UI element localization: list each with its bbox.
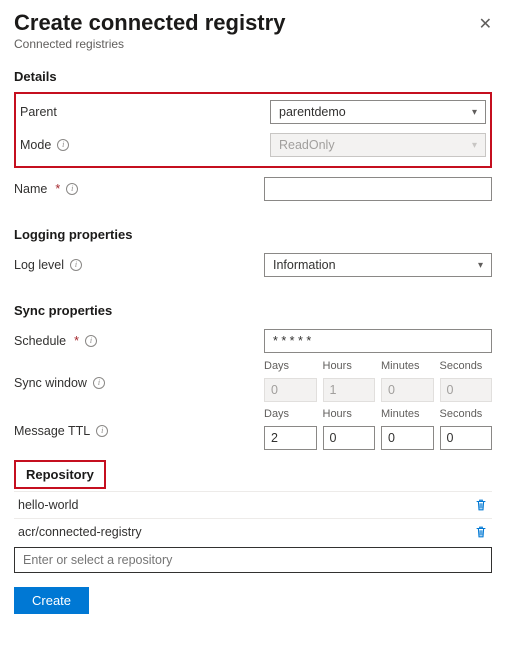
mode-label: Mode bbox=[20, 138, 270, 152]
info-icon[interactable] bbox=[57, 139, 69, 151]
ttl-days[interactable] bbox=[264, 426, 317, 450]
mode-select: ReadOnly ▾ bbox=[270, 133, 486, 157]
schedule-input[interactable] bbox=[264, 329, 492, 353]
ttl-minutes[interactable] bbox=[381, 426, 434, 450]
chevron-down-icon: ▾ bbox=[472, 140, 477, 151]
seconds-label: Seconds bbox=[440, 360, 493, 372]
repository-input[interactable] bbox=[14, 547, 492, 573]
loglevel-label: Log level bbox=[14, 258, 264, 272]
section-sync: Sync properties bbox=[14, 303, 492, 318]
panel-header: Create connected registry Connected regi… bbox=[14, 10, 492, 51]
list-item: acr/connected-registry bbox=[14, 518, 492, 545]
parent-select[interactable]: parentdemo ▾ bbox=[270, 100, 486, 124]
info-icon[interactable] bbox=[66, 183, 78, 195]
info-icon[interactable] bbox=[96, 425, 108, 437]
name-input[interactable] bbox=[264, 177, 492, 201]
section-details: Details bbox=[14, 69, 492, 84]
schedule-label: Schedule* bbox=[14, 334, 264, 348]
ttl-label: Message TTL bbox=[14, 408, 264, 438]
seconds-label: Seconds bbox=[440, 408, 493, 420]
syncwindow-seconds bbox=[440, 378, 493, 402]
syncwindow-hours bbox=[323, 378, 376, 402]
chevron-down-icon: ▾ bbox=[478, 260, 483, 271]
list-item: hello-world bbox=[14, 491, 492, 518]
loglevel-select[interactable]: Information ▾ bbox=[264, 253, 492, 277]
details-highlight: Parent parentdemo ▾ Mode ReadOnly ▾ bbox=[14, 92, 492, 168]
name-label: Name* bbox=[14, 182, 264, 196]
syncwindow-minutes bbox=[381, 378, 434, 402]
syncwindow-days bbox=[264, 378, 317, 402]
page-subtitle: Connected registries bbox=[14, 37, 492, 51]
trash-icon[interactable] bbox=[474, 525, 488, 539]
parent-label: Parent bbox=[20, 105, 270, 119]
days-label: Days bbox=[264, 360, 317, 372]
info-icon[interactable] bbox=[85, 335, 97, 347]
ttl-hours[interactable] bbox=[323, 426, 376, 450]
page-title: Create connected registry bbox=[14, 10, 492, 36]
days-label: Days bbox=[264, 408, 317, 420]
chevron-down-icon: ▾ bbox=[472, 107, 477, 118]
hours-label: Hours bbox=[323, 408, 376, 420]
create-button[interactable]: Create bbox=[14, 587, 89, 614]
section-logging: Logging properties bbox=[14, 227, 492, 242]
hours-label: Hours bbox=[323, 360, 376, 372]
syncwindow-label: Sync window bbox=[14, 360, 264, 390]
trash-icon[interactable] bbox=[474, 498, 488, 512]
close-icon[interactable]: ✕ bbox=[479, 14, 492, 34]
info-icon[interactable] bbox=[93, 377, 105, 389]
tab-repository[interactable]: Repository bbox=[14, 460, 106, 489]
minutes-label: Minutes bbox=[381, 360, 434, 372]
info-icon[interactable] bbox=[70, 259, 82, 271]
minutes-label: Minutes bbox=[381, 408, 434, 420]
ttl-seconds[interactable] bbox=[440, 426, 493, 450]
